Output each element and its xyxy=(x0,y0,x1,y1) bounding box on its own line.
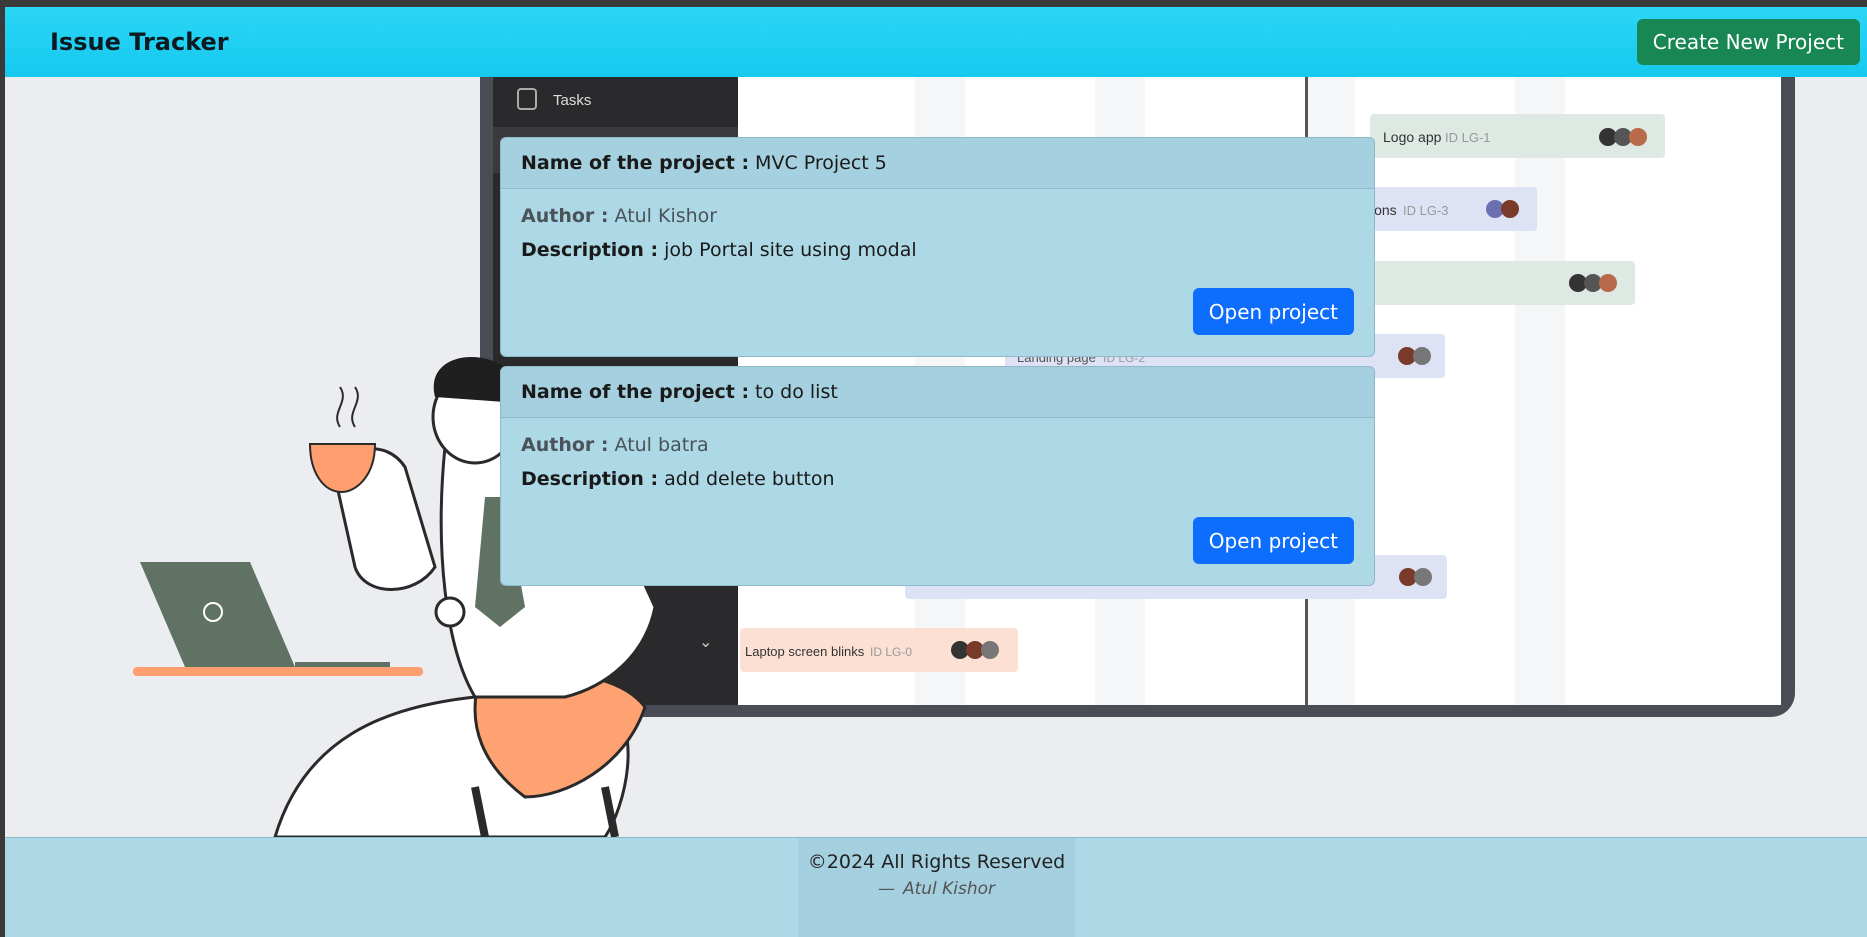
project-author: Author : Atul batra xyxy=(521,434,1354,456)
avatar xyxy=(1501,200,1519,218)
brand-title[interactable]: Issue Tracker xyxy=(50,28,229,56)
footer-credit: — Atul Kishor xyxy=(798,879,1075,899)
task-id: ID LG-3 xyxy=(1403,203,1449,218)
description-value: job Portal site using modal xyxy=(664,239,917,261)
footer: ©2024 All Rights Reserved — Atul Kishor xyxy=(5,837,1867,937)
task-id: ID LG-0 xyxy=(870,645,912,659)
avatar xyxy=(1599,274,1617,292)
avatar xyxy=(1413,347,1431,365)
description-label: Description : xyxy=(521,468,659,490)
create-new-project-button[interactable]: Create New Project xyxy=(1636,19,1860,65)
card-header: Name of the project : to do list xyxy=(501,367,1374,418)
open-project-button[interactable]: Open project xyxy=(1192,288,1354,335)
watch xyxy=(434,596,466,628)
page: Tasks ⌄ Logo app ID LG-1 ions ID LG-3 La… xyxy=(5,7,1867,937)
project-card: Name of the project : MVC Project 5 Auth… xyxy=(500,137,1375,357)
project-description: Description : job Portal site using moda… xyxy=(521,239,1354,261)
task-id: ID LG-1 xyxy=(1445,130,1491,145)
project-name-label: Name of the project : xyxy=(521,381,750,403)
card-body: Author : Atul Kishor Description : job P… xyxy=(501,189,1374,356)
open-project-button[interactable]: Open project xyxy=(1192,517,1354,564)
card-header: Name of the project : MVC Project 5 xyxy=(501,138,1374,189)
project-card: Name of the project : to do list Author … xyxy=(500,366,1375,586)
steam-icon xyxy=(336,386,359,428)
description-label: Description : xyxy=(521,239,659,261)
project-name-label: Name of the project : xyxy=(521,152,750,174)
footer-box: ©2024 All Rights Reserved — Atul Kishor xyxy=(798,838,1075,937)
project-author: Author : Atul Kishor xyxy=(521,205,1354,227)
credit-dash: — xyxy=(877,879,895,899)
card-body: Author : Atul batra Description : add de… xyxy=(501,418,1374,585)
task-name: Laptop screen blinks xyxy=(745,644,865,659)
navbar: Issue Tracker Create New Project xyxy=(5,7,1867,77)
sidebar-item-tasks: Tasks xyxy=(553,92,591,109)
laptop xyxy=(140,562,295,667)
task-name: Logo app xyxy=(1383,129,1442,145)
project-name: to do list xyxy=(755,381,838,403)
author-label: Author : xyxy=(521,434,609,456)
chevron-down-icon: ⌄ xyxy=(699,632,712,651)
desk xyxy=(133,667,423,676)
avatar xyxy=(981,641,999,659)
author-label: Author : xyxy=(521,205,609,227)
credit-author: Atul Kishor xyxy=(902,879,996,899)
copyright-text: ©2024 All Rights Reserved xyxy=(807,851,1066,873)
description-value: add delete button xyxy=(664,468,835,490)
author-value: Atul Kishor xyxy=(614,205,718,227)
project-description: Description : add delete button xyxy=(521,468,1354,490)
project-name: MVC Project 5 xyxy=(755,152,887,174)
author-value: Atul batra xyxy=(614,434,709,456)
avatar xyxy=(1414,568,1432,586)
avatar xyxy=(1629,128,1647,146)
